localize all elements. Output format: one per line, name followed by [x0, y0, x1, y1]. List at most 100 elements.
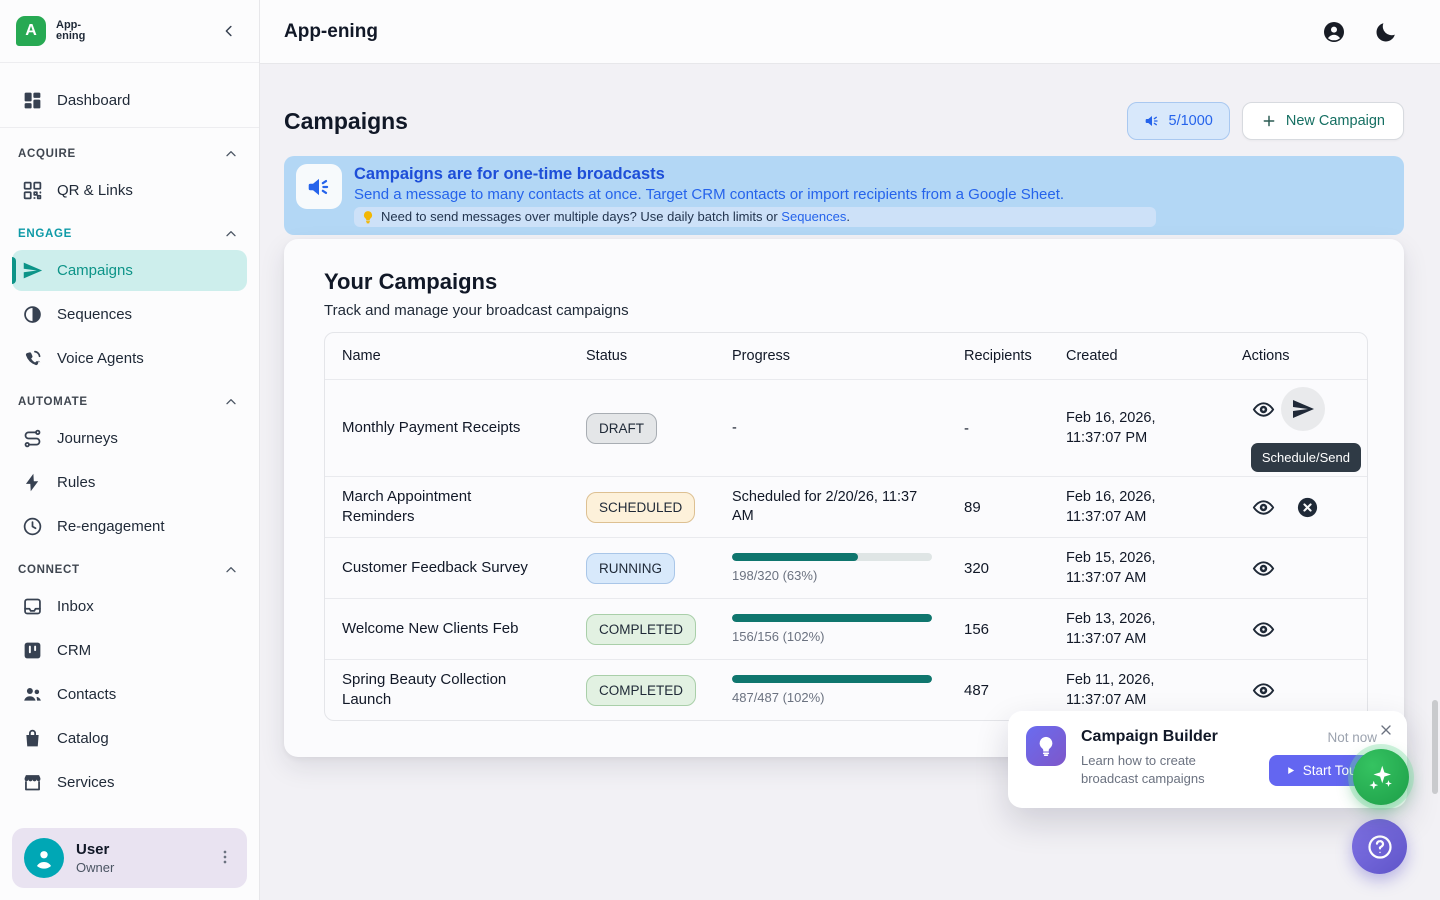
recipients-count: 320: [947, 550, 1049, 587]
recipients-count: 89: [947, 489, 1049, 526]
popup-close-button[interactable]: [1378, 722, 1394, 738]
sidebar-item-dashboard[interactable]: Dashboard: [12, 80, 247, 121]
eye-icon[interactable]: [1249, 676, 1277, 704]
account-button[interactable]: [1322, 20, 1346, 44]
sidebar-item-campaigns[interactable]: Campaigns: [12, 250, 247, 291]
megaphone-icon: [1144, 113, 1160, 129]
progress-bar: [732, 675, 932, 683]
created-date: Feb 16, 2026,11:37:07 AM: [1049, 477, 1225, 537]
sidebar-item-contacts[interactable]: Contacts: [12, 674, 247, 715]
new-campaign-label: New Campaign: [1286, 113, 1385, 129]
sequences-link[interactable]: Sequences: [781, 209, 846, 224]
schedule-send-button[interactable]: [1281, 387, 1325, 431]
table-row: Monthly Payment ReceiptsDRAFT--Feb 16, 2…: [325, 379, 1367, 476]
sidebar-item-re-engagement[interactable]: Re-engagement: [12, 506, 247, 547]
column-header-recipients: Recipients: [947, 333, 1049, 379]
sidebar-item-appointments[interactable]: Appointments: [12, 806, 247, 816]
section-header-automate: AUTOMATE: [12, 382, 247, 415]
campaign-quota-badge[interactable]: 5/1000: [1127, 102, 1230, 140]
sidebar-item-qr-links[interactable]: QR & Links: [12, 170, 247, 211]
status-badge: SCHEDULED: [586, 492, 695, 523]
sidebar-item-sequences[interactable]: Sequences: [12, 294, 247, 335]
actions-cell: Schedule/Send: [1225, 380, 1367, 476]
progress-bar: [732, 553, 932, 561]
sidebar-header: A App- ening: [0, 0, 259, 63]
eye-icon[interactable]: [1249, 387, 1277, 431]
progress-cell: 198/320 (63%): [715, 543, 947, 593]
sidebar-item-inbox[interactable]: Inbox: [12, 586, 247, 627]
tip-text: Need to send messages over multiple days…: [381, 209, 781, 224]
app-logo-text: App- ening: [56, 20, 85, 43]
qr-icon: [22, 180, 43, 201]
sparkles-icon: [1366, 762, 1396, 792]
ai-assistant-fab[interactable]: [1353, 749, 1409, 805]
phone-icon: [22, 348, 43, 369]
not-now-button[interactable]: Not now: [1327, 730, 1377, 745]
chevron-up-icon[interactable]: [223, 226, 239, 242]
sidebar-item-rules[interactable]: Rules: [12, 462, 247, 503]
dark-mode-toggle[interactable]: [1374, 20, 1398, 44]
user-card[interactable]: User Owner: [12, 828, 247, 888]
campaign-builder-popup: Campaign Builder Learn how to create bro…: [1008, 711, 1407, 808]
sidebar-collapse-button[interactable]: [217, 19, 241, 43]
table-row: Customer Feedback SurveyRUNNING198/320 (…: [325, 537, 1367, 598]
sidebar-item-crm[interactable]: CRM: [12, 630, 247, 671]
close-icon: [1378, 722, 1394, 738]
status-badge: COMPLETED: [586, 614, 696, 645]
moon-icon: [1374, 20, 1398, 44]
info-banner: Campaigns are for one-time broadcasts Se…: [284, 156, 1404, 235]
table-row: March Appointment RemindersSCHEDULEDSche…: [325, 476, 1367, 537]
clock-icon: [22, 516, 43, 537]
chevron-up-icon[interactable]: [223, 394, 239, 410]
actions-cell: [1225, 599, 1367, 659]
created-date: Feb 16, 2026,11:37:07 PM: [1049, 398, 1225, 458]
kanban-icon: [22, 640, 43, 661]
play-icon: [1285, 765, 1296, 776]
person-icon: [31, 845, 57, 871]
cancel-button[interactable]: [1293, 493, 1321, 521]
sidebar-item-catalog[interactable]: Catalog: [12, 718, 247, 759]
eye-icon[interactable]: [1249, 493, 1277, 521]
card-title: Your Campaigns: [324, 269, 1368, 295]
popup-subtitle: Learn how to create broadcast campaigns: [1081, 752, 1251, 788]
megaphone-icon: [306, 174, 332, 200]
sidebar-item-services[interactable]: Services: [12, 762, 247, 803]
quota-label: 5/1000: [1169, 113, 1213, 129]
chevron-up-icon[interactable]: [223, 146, 239, 162]
user-name: User: [76, 841, 203, 858]
user-circle-icon: [1322, 20, 1346, 44]
sidebar: A App- ening Dashboard ACQUIREQR & Links…: [0, 0, 260, 900]
progress-bar: [732, 614, 932, 622]
sidebar-item-voice-agents[interactable]: Voice Agents: [12, 338, 247, 379]
status-badge: RUNNING: [586, 553, 675, 584]
zap-icon: [22, 472, 43, 493]
recipients-count: 487: [947, 672, 1049, 709]
card-subtitle: Track and manage your broadcast campaign…: [324, 302, 1368, 319]
progress-cell: 156/156 (102%): [715, 604, 947, 654]
sidebar-item-label: CRM: [57, 642, 91, 659]
campaign-name: Welcome New Clients Feb: [325, 609, 569, 649]
eye-icon[interactable]: [1249, 554, 1277, 582]
popup-icon-box: [1026, 726, 1066, 766]
sidebar-item-label: Inbox: [57, 598, 94, 615]
help-fab[interactable]: [1352, 819, 1407, 874]
scrollbar[interactable]: [1432, 700, 1438, 794]
chevron-up-icon[interactable]: [223, 562, 239, 578]
topbar: App-ening: [260, 0, 1440, 64]
banner-title: Campaigns are for one-time broadcasts: [354, 164, 1156, 184]
recipients-count: -: [947, 410, 1049, 447]
sidebar-item-journeys[interactable]: Journeys: [12, 418, 247, 459]
section-label: AUTOMATE: [18, 396, 88, 408]
sidebar-item-label: Contacts: [57, 686, 116, 703]
campaign-name: Monthly Payment Receipts: [325, 408, 569, 448]
column-header-actions: Actions: [1225, 333, 1367, 379]
user-menu-button[interactable]: [215, 847, 237, 869]
main-area: App-ening Campaigns 5/1000 New Campaign: [260, 0, 1440, 900]
table-header-row: Name Status Progress Recipients Created …: [325, 333, 1367, 379]
new-campaign-button[interactable]: New Campaign: [1242, 102, 1404, 140]
plus-icon: [1261, 113, 1277, 129]
topbar-title: App-ening: [284, 21, 378, 43]
dashboard-icon: [22, 90, 43, 111]
lightbulb-icon: [361, 210, 375, 224]
eye-icon[interactable]: [1249, 615, 1277, 643]
